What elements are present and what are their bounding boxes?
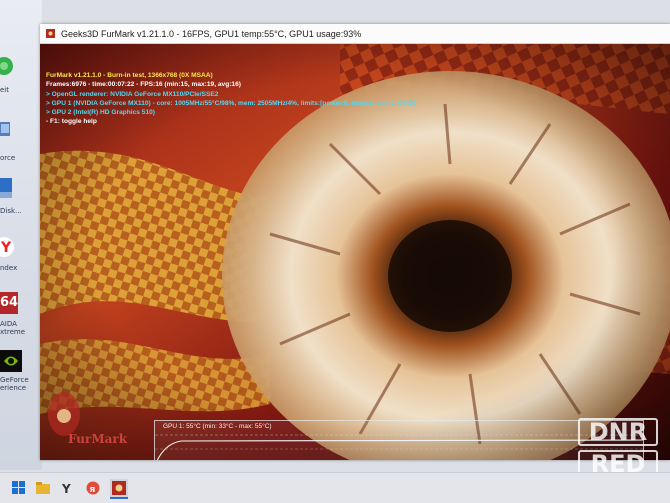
window-title: Geeks3D FurMark v1.21.1.0 - 16FPS, GPU1 …: [61, 28, 362, 39]
windows-start-icon[interactable]: [10, 479, 28, 497]
disk-utility-icon[interactable]: [0, 176, 30, 204]
furmark-render-view: FurMark v1.21.1.0 - Burn-in test, 1366x7…: [40, 44, 670, 460]
nvidia-geforce-icon[interactable]: [0, 350, 30, 378]
furmark-info-overlay: FurMark v1.21.1.0 - Burn-in test, 1366x7…: [46, 71, 415, 127]
yandex-icon[interactable]: Y: [58, 479, 76, 497]
temperature-curve: [155, 434, 643, 460]
overlay-gpu2-line: > GPU 2 (Intel(R) HD Graphics 510): [46, 109, 156, 117]
svg-text:Y: Y: [0, 240, 12, 256]
svg-text:я: я: [90, 485, 96, 495]
aida64-number: 64: [0, 295, 19, 310]
watermark-line-1: DNR: [578, 418, 658, 446]
taskbar: Y я: [0, 472, 670, 503]
desktop-icon-label: orce: [0, 154, 16, 162]
desktop-icon-label: eit: [0, 86, 9, 94]
overlay-renderer-line: > OpenGL renderer: NVIDIA GeForce MX110/…: [46, 90, 219, 98]
furmark-app-icon: [46, 29, 55, 38]
furmark-taskbar-icon[interactable]: [110, 479, 128, 499]
desktop-icon-label: GeForce erience: [0, 376, 29, 392]
overlay-gpu1-line: > GPU 1 (NVIDIA GeForce MX110) - core: 1…: [46, 99, 416, 107]
yandex-browser-icon[interactable]: Y: [0, 236, 30, 264]
furmark-logo: [48, 392, 80, 436]
file-explorer-icon[interactable]: [34, 479, 52, 497]
window-titlebar[interactable]: Geeks3D FurMark v1.21.1.0 - 16FPS, GPU1 …: [40, 24, 670, 44]
furmark-window[interactable]: Geeks3D FurMark v1.21.1.0 - 16FPS, GPU1 …: [40, 24, 670, 460]
dnr-red-watermark: DNR RED: [578, 418, 658, 480]
desktop-icon-label: ndex: [0, 264, 18, 272]
svg-text:Y: Y: [61, 482, 71, 495]
computer-icon[interactable]: [0, 120, 30, 148]
overlay-frames-line: Frames:6976 - time:00:07:22 - FPS:16 (mi…: [46, 81, 241, 89]
green-globe-icon[interactable]: [0, 54, 30, 82]
gpu-temperature-graph: GPU 1: 55°C (min: 33°C - max: 55°C): [154, 420, 644, 460]
furmark-logo-text: FurMark: [68, 432, 128, 446]
desktop-icon-label: Disk...: [0, 207, 22, 215]
desktop-icon-label: AIDA xtreme: [0, 320, 26, 336]
overlay-help-line: - F1: toggle help: [46, 118, 97, 126]
desktop-area: eit orce Disk... Y ndex 64 AIDA xtreme G…: [0, 0, 42, 470]
overlay-title-line: FurMark v1.21.1.0 - Burn-in test, 1366x7…: [46, 72, 213, 79]
yandex-music-icon[interactable]: я: [84, 479, 102, 497]
